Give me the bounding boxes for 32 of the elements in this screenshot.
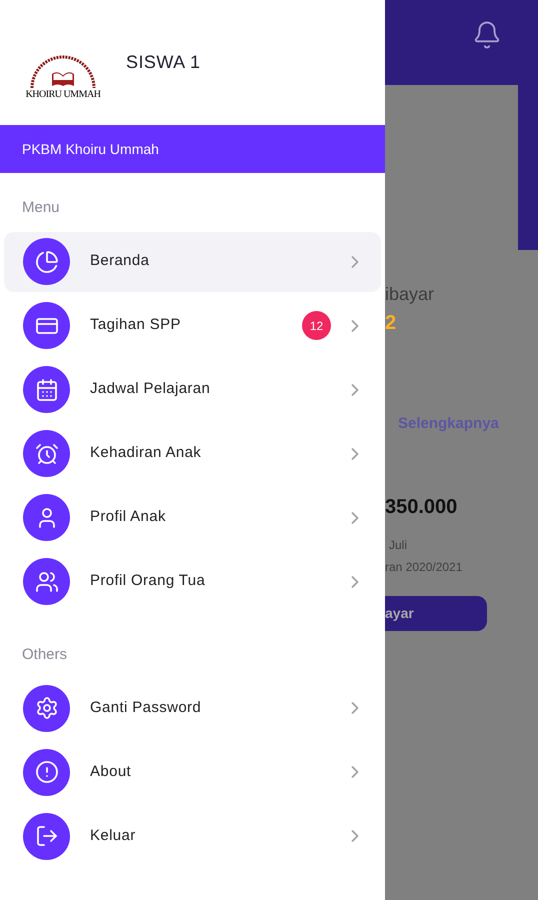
alarm-clock-icon (23, 430, 70, 477)
pay-button[interactable]: ayar (385, 596, 487, 630)
user-icon (23, 494, 70, 541)
menu-label: About (90, 762, 132, 782)
amount-text: 350.000 (385, 494, 458, 520)
section-title: Menu (21, 198, 61, 218)
alert-icon (23, 748, 70, 796)
school-banner: PKBM Khoiru Ummah (0, 125, 385, 173)
count-badge: 12 (302, 311, 331, 340)
menu-label: Profil Orang Tua (90, 571, 206, 592)
menu-label: Jadwal Pelajaran (90, 379, 212, 400)
users-icon (23, 558, 70, 605)
menu-label: Beranda (90, 251, 150, 272)
logout-icon (23, 812, 70, 860)
menu-label: Kehadiran Anak (90, 443, 202, 464)
menu-label: Ganti Password (90, 698, 202, 718)
year-text: ran 2020/2021 (385, 558, 464, 576)
logo-text: KHOIRU UMMAH (26, 90, 100, 100)
status-value: 2 (385, 311, 398, 336)
month-text: Juli (389, 536, 408, 554)
status-label: ibayar (385, 283, 436, 306)
menu-label: Keluar (90, 826, 137, 846)
notification-icon[interactable] (472, 20, 502, 50)
settings-icon (23, 684, 70, 732)
pie-chart-icon (23, 238, 70, 285)
calendar-icon (23, 366, 70, 413)
credit-card-icon (23, 302, 70, 349)
menu-label: Tagihan SPP (90, 315, 182, 336)
user-name: SISWA 1 (126, 51, 201, 74)
section-title: Others (21, 644, 68, 664)
menu-item[interactable]: Beranda (4, 232, 381, 292)
menu-label: Profil Anak (90, 507, 167, 528)
